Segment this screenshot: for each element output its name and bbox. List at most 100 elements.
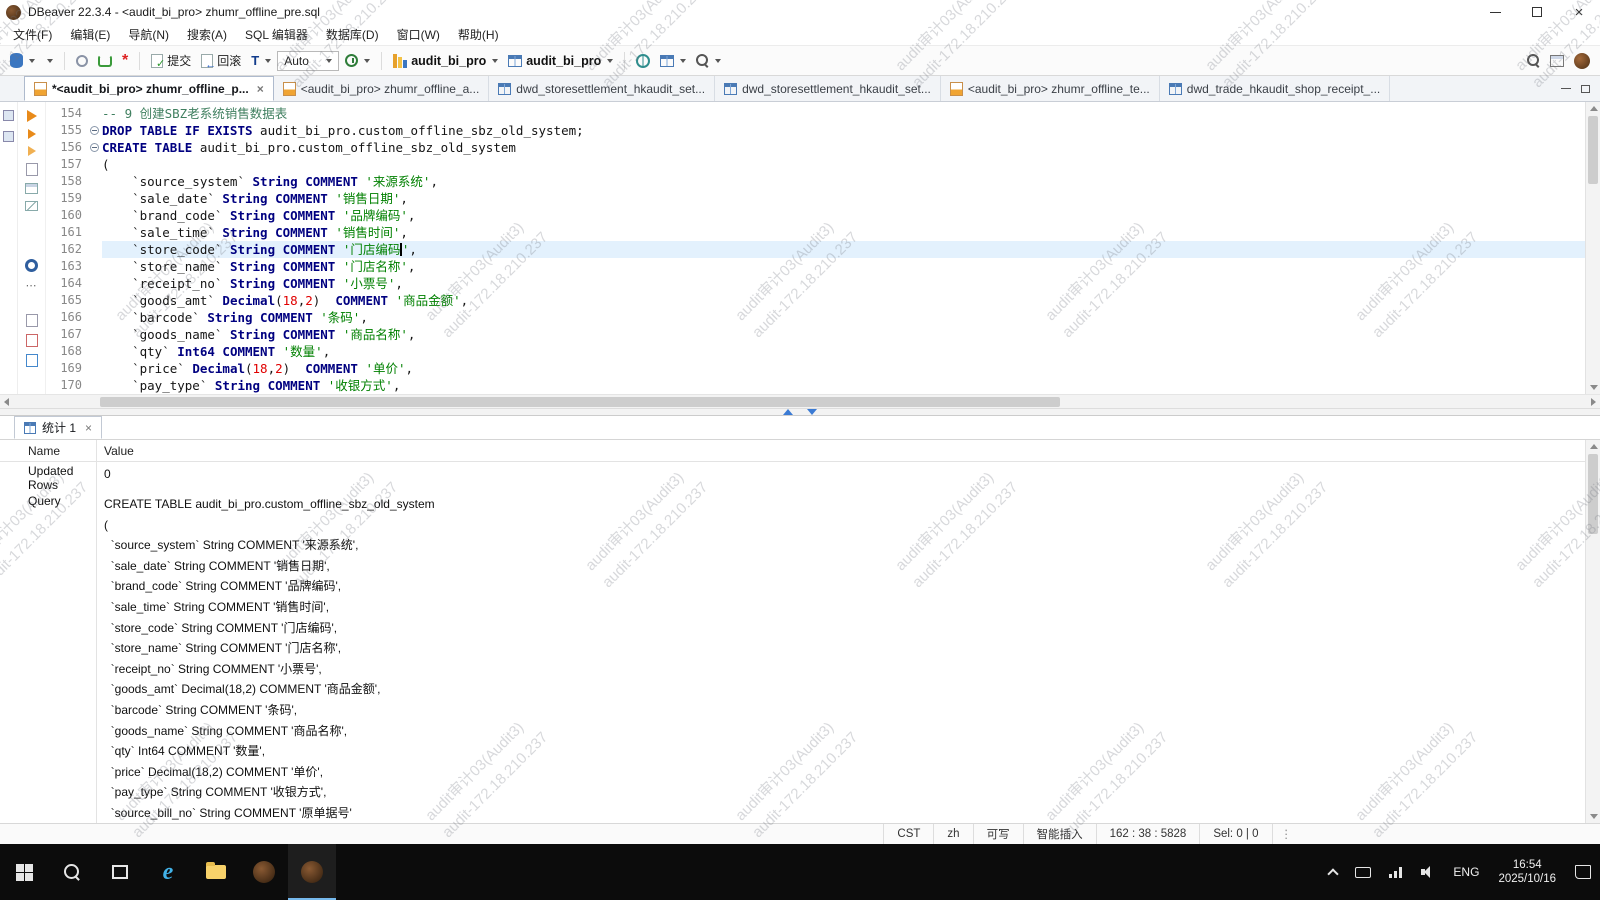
results-tab-statistics[interactable]: 统计 1 × (14, 416, 102, 439)
perspective-button[interactable] (1546, 52, 1568, 70)
code-line[interactable]: 168 `qty` Int64 COMMENT '数量', (46, 343, 1585, 360)
status-caret-position[interactable]: 162 : 38 : 5828 (1096, 824, 1200, 844)
connection-dropdown-button[interactable] (41, 56, 57, 66)
code-line[interactable]: 169 `price` Decimal(18,2) COMMENT '单价', (46, 360, 1585, 377)
task-view-button[interactable] (96, 844, 144, 900)
dbeaver-active-taskbar-button[interactable] (288, 844, 336, 900)
execute-new-tab-button[interactable] (28, 146, 36, 156)
refresh-timer-button[interactable] (341, 51, 374, 70)
menu-item[interactable]: 数据库(D) (317, 24, 388, 45)
scroll-left-icon[interactable] (4, 398, 9, 406)
code-line[interactable]: 162 `store_code` String COMMENT '门店编码', (46, 241, 1585, 258)
menu-item[interactable]: SQL 编辑器 (236, 24, 317, 45)
new-connection-button[interactable] (6, 50, 39, 71)
status-overflow-icon[interactable]: ⋮ (1272, 824, 1301, 844)
editor-tab[interactable]: dwd_storesettlement_hkaudit_set... (489, 76, 715, 101)
column-header-name[interactable]: Name (0, 440, 96, 461)
code-line[interactable]: 161 `sale_time` String COMMENT '销售时间', (46, 224, 1585, 241)
code-line[interactable]: 159 `sale_date` String COMMENT '销售日期', (46, 190, 1585, 207)
schema-select[interactable]: audit_bi_pro (504, 51, 617, 71)
datasource-select[interactable]: audit_bi_pro (389, 51, 502, 71)
editor-tab[interactable]: <audit_bi_pro> zhumr_offline_te... (941, 76, 1160, 101)
minimize-editor-area-icon[interactable] (1561, 88, 1571, 89)
sql-templates-button[interactable] (26, 314, 38, 327)
results-vertical-scrollbar[interactable] (1585, 440, 1600, 823)
editor-tab[interactable]: dwd_trade_hkaudit_shop_receipt_... (1160, 76, 1390, 101)
code-line[interactable]: 154-- 9 创建SBZ老系统销售数据表 (46, 105, 1585, 122)
code-line[interactable]: 163 `store_name` String COMMENT '门店名称', (46, 258, 1585, 275)
tray-expand-button[interactable] (1320, 844, 1346, 900)
action-center-button[interactable] (1566, 844, 1600, 900)
sql-log-button[interactable] (26, 334, 38, 347)
scroll-down-icon[interactable] (1590, 385, 1598, 390)
menu-item[interactable]: 文件(F) (4, 24, 61, 45)
code-line[interactable]: 157( (46, 156, 1585, 173)
result-mode-button[interactable] (656, 52, 690, 70)
quick-access-search-button[interactable] (1523, 51, 1544, 70)
menu-item[interactable]: 窗口(W) (388, 24, 449, 45)
code-line[interactable]: 160 `brand_code` String COMMENT '品牌编码', (46, 207, 1585, 224)
input-language-button[interactable]: ENG (1444, 844, 1488, 900)
code-line[interactable]: 167 `goods_name` String COMMENT '商品名称', (46, 326, 1585, 343)
network-profile-button[interactable] (632, 51, 654, 71)
execute-statement-button[interactable] (27, 110, 37, 122)
restored-view-icon[interactable] (3, 110, 14, 121)
menu-item[interactable]: 导航(N) (119, 24, 178, 45)
internet-explorer-button[interactable]: e (144, 844, 192, 900)
maximize-button[interactable] (1516, 0, 1558, 24)
close-button[interactable]: × (1558, 0, 1600, 24)
editor-tab[interactable]: <audit_bi_pro> zhumr_offline_a... (274, 76, 490, 101)
volume-button[interactable] (1412, 844, 1444, 900)
status-selection[interactable]: Sel: 0 | 0 (1199, 824, 1271, 844)
table-row[interactable]: Updated Rows0 (0, 462, 1585, 492)
status-language[interactable]: zh (933, 824, 972, 844)
scrollbar-thumb[interactable] (100, 397, 1060, 407)
scrollbar-thumb[interactable] (1588, 116, 1598, 184)
editor-tab[interactable]: dwd_storesettlement_hkaudit_set... (715, 76, 941, 101)
editor-vertical-scrollbar[interactable] (1585, 102, 1600, 394)
fold-marker-icon[interactable] (88, 139, 102, 156)
code-editor[interactable]: 154-- 9 创建SBZ老系统销售数据表155DROP TABLE IF EX… (46, 102, 1585, 394)
menu-item[interactable]: 帮助(H) (449, 24, 508, 45)
menu-item[interactable]: 编辑(E) (61, 24, 119, 45)
network-button[interactable] (1380, 844, 1412, 900)
rollback-button[interactable]: ← 回滚 (197, 49, 245, 72)
close-tab-icon[interactable]: × (85, 421, 92, 435)
clock-button[interactable]: 16:54 2025/10/16 (1488, 858, 1566, 886)
code-line[interactable]: 165 `goods_amt` Decimal(18,2) COMMENT '商… (46, 292, 1585, 309)
fold-marker-icon[interactable] (88, 122, 102, 139)
maximize-editor-area-icon[interactable] (1581, 85, 1590, 93)
code-line[interactable]: 156CREATE TABLE audit_bi_pro.custom_offl… (46, 139, 1585, 156)
collapse-up-icon[interactable] (783, 409, 793, 415)
export-data-button[interactable] (25, 201, 38, 211)
code-line[interactable]: 164 `receipt_no` String COMMENT '小票号', (46, 275, 1585, 292)
settings-gear-icon[interactable] (25, 259, 38, 272)
close-tab-icon[interactable]: × (257, 82, 264, 96)
transaction-mode-button[interactable]: T (247, 50, 275, 71)
start-button[interactable] (0, 844, 48, 900)
dbeaver-taskbar-button[interactable] (240, 844, 288, 900)
scroll-up-icon[interactable] (1590, 444, 1598, 449)
file-explorer-button[interactable] (192, 844, 240, 900)
active-transaction-button[interactable]: * (118, 53, 132, 69)
scroll-right-icon[interactable] (1591, 398, 1596, 406)
column-header-value[interactable]: Value (96, 440, 1585, 461)
profile-button[interactable] (1570, 50, 1594, 72)
collapse-down-icon[interactable] (807, 409, 817, 415)
status-timezone[interactable]: CST (883, 824, 933, 844)
minimize-button[interactable] (1474, 0, 1516, 24)
touch-keyboard-button[interactable] (1346, 844, 1380, 900)
explain-plan-button[interactable] (26, 163, 38, 176)
sync-connection-button[interactable] (94, 52, 116, 70)
editor-results-splitter[interactable] (0, 408, 1600, 416)
overflow-menu-icon[interactable]: ⋯ (26, 279, 38, 292)
execute-script-button[interactable] (28, 129, 36, 139)
commit-mode-select[interactable]: Auto (277, 51, 339, 71)
commit-button[interactable]: ✓ 提交 (147, 49, 195, 72)
pin-editor-button[interactable] (72, 52, 92, 70)
scrollbar-thumb[interactable] (1588, 454, 1598, 534)
status-insert-mode[interactable]: 智能插入 (1023, 824, 1096, 844)
scroll-up-icon[interactable] (1590, 106, 1598, 111)
code-line[interactable]: 166 `barcode` String COMMENT '条码', (46, 309, 1585, 326)
find-button[interactable] (692, 51, 725, 70)
